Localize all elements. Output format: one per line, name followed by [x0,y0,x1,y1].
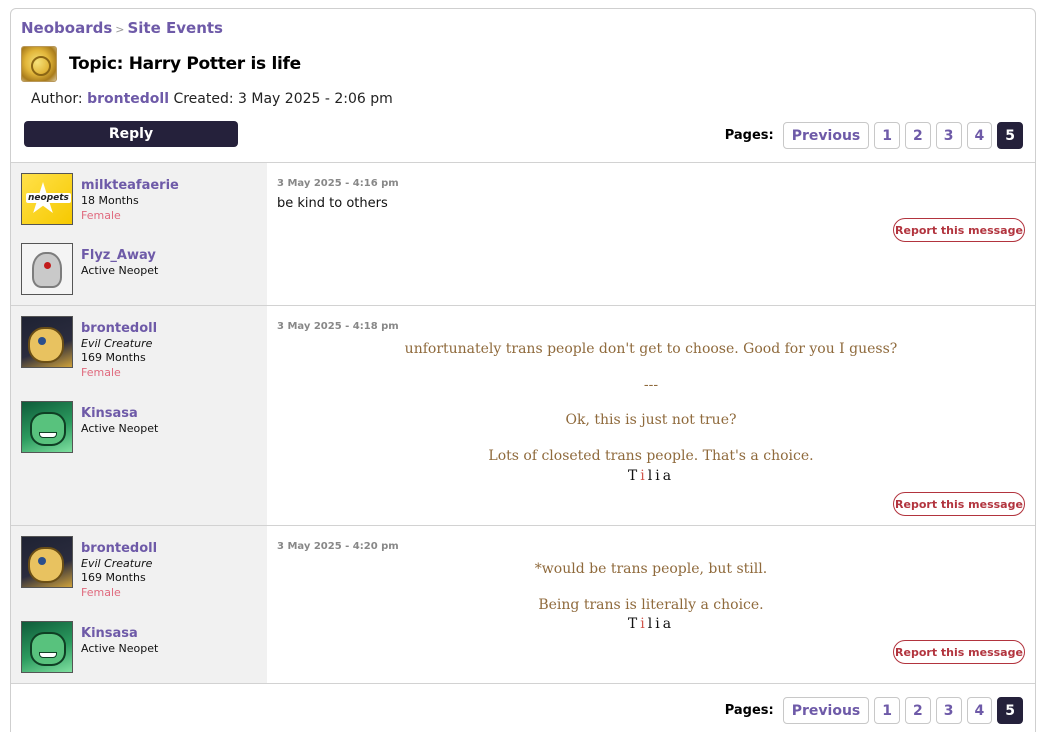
reply-button[interactable]: Reply [24,121,238,147]
page-2-button[interactable]: 2 [905,697,931,724]
message-divider: --- [643,377,659,393]
post-timestamp: 3 May 2025 - 4:18 pm [277,321,399,332]
signature-letter: i [655,616,663,632]
page-3-button[interactable]: 3 [935,697,962,724]
neoboard-topic-panel: Neoboards > Site Events Topic: Harry Potte… [10,8,1036,732]
post-timestamp: 3 May 2025 - 4:20 pm [277,541,399,552]
author-account-age: 18 Months [81,194,139,207]
author-gender: Female [81,586,121,599]
post-message: be kind to others [277,196,388,211]
signature-letter: T [627,468,641,484]
signature-letter: i [655,468,663,484]
author-account-age: 169 Months [81,351,146,364]
signature-letter: i [640,616,648,632]
topic-title: Topic: Harry Potter is life [69,54,301,74]
kinsasa-pet-avatar[interactable] [21,401,73,453]
pet-status: Active Neopet [81,264,159,277]
message-line: Ok, this is just not true? [565,412,737,428]
topic-meta: Author: brontedoll Created: 3 May 2025 -… [31,91,393,107]
page-1-button[interactable]: 1 [874,697,900,724]
topic-author-link[interactable]: brontedoll [87,91,169,107]
author-account-age: 169 Months [81,571,146,584]
message-line: *would be trans people, but still. [534,561,768,577]
signature-letter: a [662,468,675,484]
signature-letter: i [640,468,648,484]
pages-label: Pages: [724,128,774,143]
author-gender: Female [81,209,121,222]
author-username-link[interactable]: brontedoll [81,541,261,556]
pagination-top: Pages: Previous 1 2 3 4 5 [725,122,1023,149]
kinsasa-pet-avatar[interactable] [21,621,73,673]
page-4-button[interactable]: 4 [966,122,993,149]
created-date: 3 May 2025 - 2:06 pm [238,91,393,107]
pages-label: Pages: [724,703,774,718]
author-username-link[interactable]: brontedoll [81,321,261,336]
post-message: unfortunately trans people don't get to … [277,341,1025,357]
page-1-button[interactable]: 1 [874,122,900,149]
author-gender: Female [81,366,121,379]
post: neopets milkteafaerie 18 Months Female F… [11,162,1035,305]
report-message-button[interactable]: Report this message [893,640,1025,664]
signature-letter: a [662,616,675,632]
post-timestamp: 3 May 2025 - 4:16 pm [277,178,399,189]
message-line: unfortunately trans people don't get to … [404,341,898,357]
message-line: Lots of closeted trans people. That's a … [488,448,814,464]
author-label: Author: [31,91,83,107]
post: brontedoll Evil Creature 169 Months Fema… [11,305,1035,525]
page-5-button-current[interactable]: 5 [997,697,1023,724]
gold-coin-icon [21,46,57,82]
brontedoll-avatar[interactable] [21,536,73,588]
post-message: *would be trans people, but still. [277,561,1025,577]
post-message: Lots of closeted trans people. That's a … [277,448,1025,464]
created-label: Created: [173,91,234,107]
author-username-link[interactable]: milkteafaerie [81,178,261,193]
page-5-button-current[interactable]: 5 [997,122,1023,149]
previous-page-button[interactable]: Previous [782,697,870,724]
signature-letter: T [627,616,641,632]
breadcrumb-site-events-link[interactable]: Site Events [127,19,223,37]
pet-name-link[interactable]: Kinsasa [81,406,261,421]
report-message-button[interactable]: Report this message [893,218,1025,242]
pet-name-link[interactable]: Flyz_Away [81,248,261,263]
author-title: Evil Creature [81,337,153,350]
report-message-button[interactable]: Report this message [893,492,1025,516]
previous-page-button[interactable]: Previous [782,122,870,149]
flyz-pet-avatar[interactable] [21,243,73,295]
post-content: 3 May 2025 - 4:16 pm be kind to others R… [277,163,1025,305]
breadcrumb-separator: > [115,23,125,36]
post: brontedoll Evil Creature 169 Months Fema… [11,525,1035,683]
message-line: Being trans is literally a choice. [538,597,764,613]
post-message: Being trans is literally a choice. [277,597,1025,613]
post-content: 3 May 2025 - 4:20 pm *would be trans peo… [277,526,1025,683]
page-4-button[interactable]: 4 [966,697,993,724]
post-message: --- [277,377,1025,393]
page-2-button[interactable]: 2 [905,122,931,149]
pagination-bottom: Pages: Previous 1 2 3 4 5 [725,697,1023,724]
pet-status: Active Neopet [81,642,159,655]
page-3-button[interactable]: 3 [935,122,962,149]
pet-status: Active Neopet [81,422,159,435]
post-content: 3 May 2025 - 4:18 pm unfortunately trans… [277,306,1025,525]
user-signature: Tilia [277,616,1025,632]
post-message: Ok, this is just not true? [277,412,1025,428]
breadcrumb: Neoboards > Site Events [21,19,223,37]
user-signature: Tilia [277,468,1025,484]
neopets-star-avatar[interactable]: neopets [21,173,73,225]
pet-name-link[interactable]: Kinsasa [81,626,261,641]
brontedoll-avatar[interactable] [21,316,73,368]
author-title: Evil Creature [81,557,153,570]
breadcrumb-neoboards-link[interactable]: Neoboards [21,19,112,37]
